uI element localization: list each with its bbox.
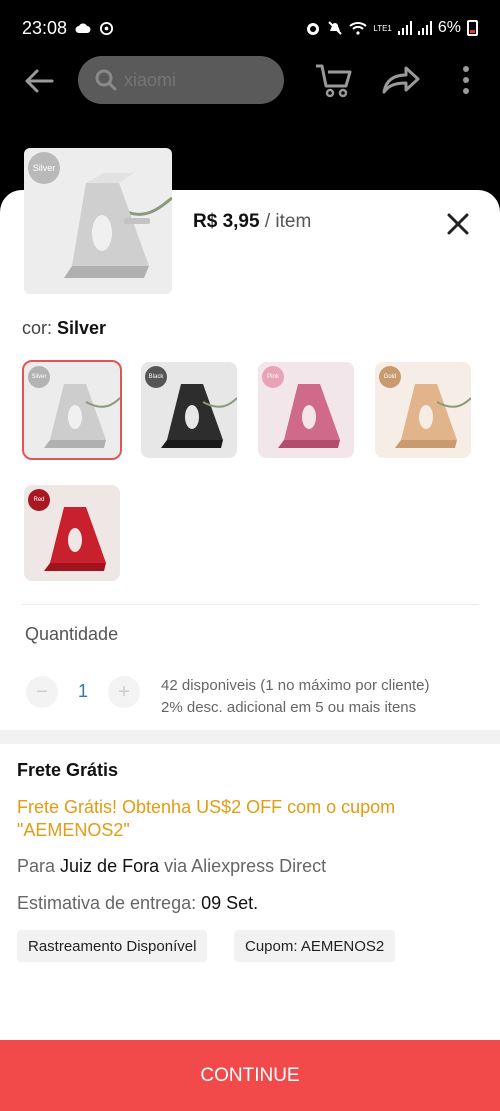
search-bar[interactable]	[78, 56, 284, 104]
price: R$ 3,95	[193, 211, 260, 232]
alarm-icon	[307, 23, 320, 35]
shipping-carrier: via Aliexpress Direct	[164, 856, 327, 876]
status-time: 23:08	[22, 17, 68, 38]
quantity-title: Quantidade	[25, 624, 119, 644]
coupon-chip: Cupom: AEMENOS2	[234, 930, 396, 962]
shipping-promo: Frete Grátis! Obtenha US$2 OFF com o cup…	[17, 797, 396, 840]
search-input[interactable]	[124, 69, 274, 91]
color-tag: Red	[28, 489, 50, 511]
cart-icon[interactable]	[314, 62, 354, 98]
destination-city: Juiz de Fora	[60, 856, 160, 876]
section-divider	[0, 730, 500, 744]
selected-color: Silver	[57, 318, 107, 338]
color-swatch-black[interactable]: Black	[141, 362, 237, 458]
wifi-icon	[349, 22, 368, 35]
price-row: R$ 3,95 / item	[193, 211, 311, 233]
quantity-value[interactable]: 1	[72, 681, 94, 702]
stock-availability: 42 disponiveis (1 no máximo por cliente)	[161, 677, 430, 694]
stock-info: 42 disponiveis (1 no máximo por cliente)…	[161, 675, 429, 719]
back-arrow-icon[interactable]	[22, 66, 56, 96]
tracking-chip: Rastreamento Disponível	[17, 930, 208, 962]
eta-prefix: Estimativa de entrega:	[17, 893, 197, 913]
search-icon	[95, 69, 117, 91]
signal-icon	[417, 21, 432, 35]
share-icon[interactable]	[380, 64, 420, 96]
price-unit: / item	[264, 211, 312, 232]
color-swatch-gold[interactable]: Gold	[375, 362, 471, 458]
shipping-title: Frete Grátis	[17, 760, 119, 780]
bulk-discount: 2% desc. adicional em 5 ou mais itens	[161, 699, 417, 716]
color-tag: Pink	[262, 366, 284, 388]
color-swatch-silver[interactable]: Silver	[22, 360, 122, 460]
shipping-destination: Para Juiz de Fora via Aliexpress Direct	[17, 856, 326, 877]
signal-icon	[397, 21, 412, 35]
color-swatch-red[interactable]: Red	[24, 485, 120, 581]
color-tag: Silver	[28, 152, 60, 184]
color-label: cor: Silver	[22, 318, 106, 339]
product-main-image: Silver	[24, 148, 172, 294]
destination-prefix: Para	[17, 856, 56, 876]
eta-date: 09 Set.	[201, 893, 259, 913]
increase-quantity-button[interactable]: +	[108, 676, 140, 708]
cloud-icon	[75, 23, 91, 33]
continue-button[interactable]: CONTINUE	[0, 1040, 500, 1111]
color-tag: Silver	[28, 366, 50, 388]
battery-icon	[467, 20, 478, 36]
close-icon[interactable]	[444, 210, 472, 238]
color-label-prefix: cor:	[22, 318, 53, 338]
more-options-icon[interactable]	[456, 64, 476, 96]
color-tag: Black	[145, 366, 167, 388]
status-bar: 23:08 LTE1 6%	[0, 0, 500, 56]
network-label: LTE1	[373, 23, 392, 33]
delivery-estimate: Estimativa de entrega: 09 Set.	[17, 893, 258, 914]
divider	[22, 604, 478, 605]
color-tag: Gold	[379, 366, 401, 388]
decrease-quantity-button[interactable]: −	[26, 676, 58, 708]
app-bar	[0, 56, 500, 106]
color-swatch-pink[interactable]: Pink	[258, 362, 354, 458]
mute-icon	[328, 21, 343, 35]
battery-percent: 6%	[437, 19, 461, 36]
sync-icon	[99, 21, 114, 35]
